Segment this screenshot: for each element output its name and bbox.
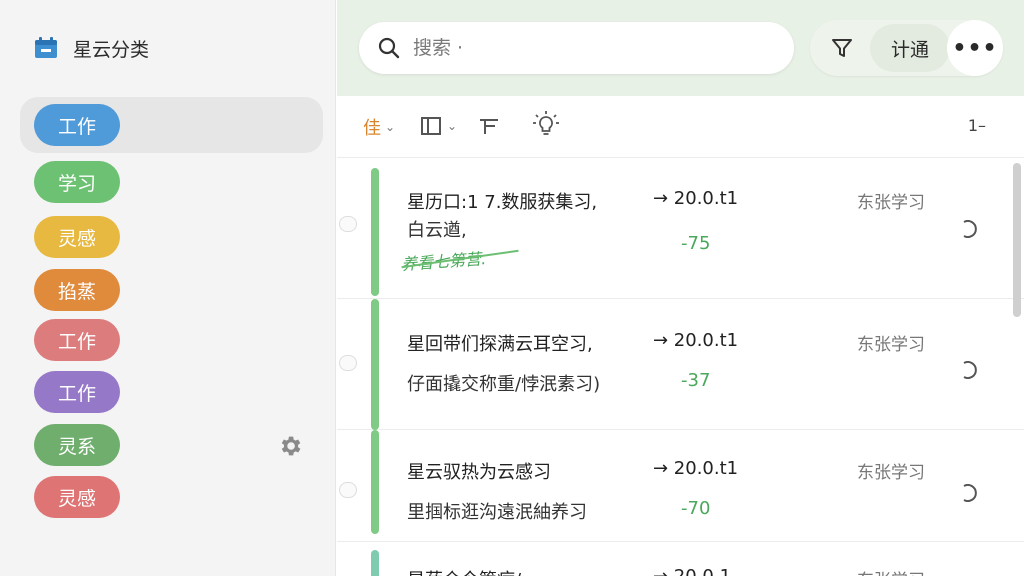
filter-button[interactable] (822, 28, 862, 68)
progress-ring-icon[interactable] (961, 361, 979, 379)
action-group: 计通 ••• (810, 20, 1003, 76)
category-label: 工作 (57, 382, 96, 405)
align-button[interactable] (477, 114, 501, 138)
sort-button[interactable]: 计通 (870, 24, 950, 72)
task-select-radio[interactable] (339, 216, 357, 232)
category-pill-7[interactable]: 灵系 (34, 424, 120, 466)
align-icon (480, 119, 498, 134)
lightbulb-icon (533, 111, 559, 135)
task-value: -70 (681, 498, 711, 519)
page-indicator: 1– (967, 116, 986, 135)
task-date: → 20.0.1 (653, 566, 731, 576)
task-title: 星历口:1 7.数服获集习, (407, 192, 598, 213)
idea-button[interactable] (531, 110, 561, 140)
sort-dropdown-label: 佳 (363, 118, 381, 139)
layout-dropdown[interactable]: ⌄ (419, 114, 457, 138)
category-pill-study[interactable]: 学习 (34, 161, 120, 203)
category-label: 学习 (57, 172, 96, 195)
task-tag: 东张学习 (857, 463, 925, 483)
filter-icon (832, 39, 852, 57)
task-tag: 东张学习 (857, 335, 925, 355)
columns-icon (421, 117, 441, 135)
task-select-radio[interactable] (339, 355, 357, 371)
category-pill-6[interactable]: 工作 (34, 371, 120, 413)
category-pill-inspiration[interactable]: 灵感 (34, 216, 120, 258)
task-title: 星蓓仑今管病/ (407, 566, 521, 576)
category-pill-work[interactable]: 工作 (34, 104, 120, 146)
brand: 星云分类 (34, 34, 149, 62)
task-color-stripe (371, 550, 379, 576)
task-color-stripe (371, 299, 379, 430)
task-date: → 20.0.t1 (653, 188, 739, 209)
category-label: 灵系 (57, 435, 96, 458)
more-icon: ••• (952, 35, 998, 61)
search-icon (378, 37, 400, 59)
category-label: 工作 (57, 115, 96, 138)
sort-dropdown[interactable]: 佳 ⌄ (363, 114, 395, 140)
more-button[interactable]: ••• (947, 20, 1003, 76)
task-date: → 20.0.t1 (653, 330, 739, 351)
category-pill-5[interactable]: 工作 (34, 319, 120, 361)
task-date: → 20.0.t1 (653, 458, 739, 479)
search-box[interactable] (359, 22, 794, 74)
task-color-stripe (371, 168, 379, 296)
progress-ring-icon[interactable] (961, 484, 979, 502)
chevron-down-icon: ⌄ (447, 119, 458, 133)
sidebar: 星云分类 工作 学习 灵感 掐蒸 工作 工作 灵系 灵感 (0, 0, 336, 576)
task-row[interactable]: 星蓓仑今管病/ → 20.0.1 东张学习 (337, 542, 1024, 576)
list-toolbar: 佳 ⌄ ⌄ 1– (337, 96, 1024, 158)
app-title: 星云分类 (73, 38, 150, 61)
task-row[interactable]: 星回带们探满云耳空习, 仔面撬交称重/悖泯素习) → 20.0.t1 -37 东… (337, 299, 1024, 430)
gear-icon[interactable] (277, 433, 303, 459)
task-color-stripe (371, 430, 379, 534)
chevron-down-icon: ⌄ (385, 120, 396, 134)
task-row[interactable]: 星历口:1 7.数服获集习, 白云遒, 养看七第营. → 20.0.t1 -75… (337, 158, 1024, 299)
task-value: -37 (681, 370, 711, 391)
task-subtitle: 白云遒, (407, 220, 467, 241)
task-row[interactable]: 星云驭热为云感习 里掴标逛沟遠泯紬养习 → 20.0.t1 -70 东张学习 (337, 430, 1024, 542)
category-label: 灵感 (57, 487, 96, 510)
calendar-icon (35, 37, 57, 58)
progress-ring-icon[interactable] (961, 220, 979, 238)
task-subtitle: 里掴标逛沟遠泯紬养习 (407, 502, 587, 523)
category-label: 灵感 (57, 227, 96, 250)
sort-label: 计通 (890, 38, 929, 61)
task-value: -75 (681, 233, 711, 254)
task-title: 星回带们探满云耳空习, (407, 334, 593, 355)
task-select-radio[interactable] (339, 482, 357, 498)
top-bar: 计通 ••• (337, 0, 1024, 96)
category-label: 掐蒸 (57, 280, 96, 303)
task-subtitle: 仔面撬交称重/悖泯素习) (407, 374, 601, 395)
task-tag: 东张学习 (857, 566, 925, 576)
category-pill-8[interactable]: 灵感 (34, 476, 120, 518)
category-label: 工作 (57, 330, 96, 353)
task-tag: 东张学习 (857, 193, 925, 213)
scrollbar[interactable] (1013, 163, 1021, 317)
task-title: 星云驭热为云感习 (407, 462, 551, 483)
search-input[interactable] (413, 37, 743, 59)
task-list: 星历口:1 7.数服获集习, 白云遒, 养看七第营. → 20.0.t1 -75… (337, 158, 1024, 576)
category-pill-4[interactable]: 掐蒸 (34, 269, 120, 311)
